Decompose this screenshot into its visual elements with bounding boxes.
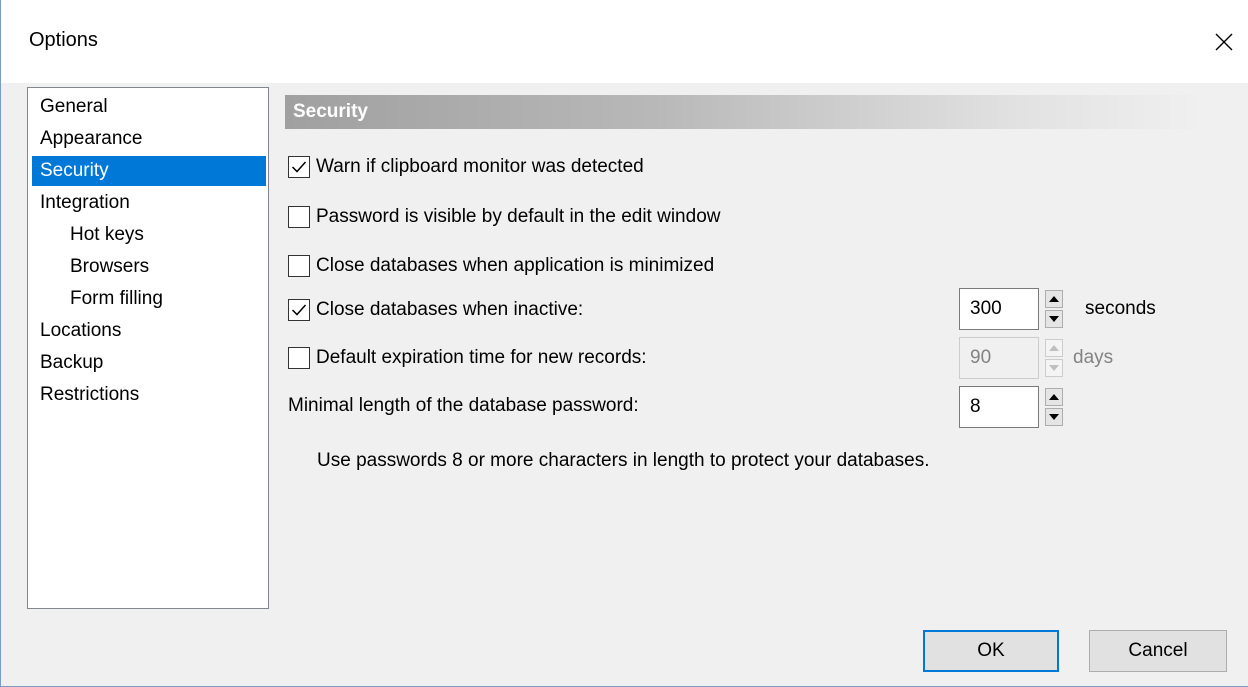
inactive-timeout-spinner: 300 seconds bbox=[959, 288, 1169, 330]
section-header: Security bbox=[285, 95, 1205, 129]
warn-clipboard-checkbox[interactable] bbox=[288, 156, 310, 178]
default-expiration-option[interactable]: Default expiration time for new records: bbox=[288, 345, 647, 371]
min-length-label: Minimal length of the database password: bbox=[288, 395, 639, 416]
inactive-timeout-up-button[interactable] bbox=[1045, 290, 1063, 308]
min-length-input[interactable]: 8 bbox=[959, 386, 1039, 428]
cancel-button[interactable]: Cancel bbox=[1089, 630, 1227, 672]
ok-button-label: OK bbox=[977, 640, 1005, 661]
password-visible-label: Password is visible by default in the ed… bbox=[316, 206, 721, 227]
arrow-down-icon bbox=[1049, 414, 1059, 420]
password-hint-text: Use passwords 8 or more characters in le… bbox=[317, 450, 930, 471]
nav-item-locations[interactable]: Locations bbox=[32, 316, 266, 346]
arrow-down-icon bbox=[1049, 365, 1059, 371]
nav-item-backup[interactable]: Backup bbox=[32, 348, 266, 378]
close-button[interactable] bbox=[1200, 22, 1248, 62]
nav-item-security[interactable]: Security bbox=[32, 156, 266, 186]
close-icon bbox=[1215, 33, 1233, 51]
arrow-up-icon bbox=[1049, 394, 1059, 400]
warn-clipboard-option[interactable]: Warn if clipboard monitor was detected bbox=[288, 154, 644, 180]
nav-item-form-filling[interactable]: Form filling bbox=[32, 284, 266, 314]
password-visible-checkbox[interactable] bbox=[288, 206, 310, 228]
window-title: Options bbox=[29, 29, 98, 51]
close-minimized-option[interactable]: Close databases when application is mini… bbox=[288, 253, 714, 279]
nav-item-restrictions[interactable]: Restrictions bbox=[32, 380, 266, 410]
nav-item-appearance[interactable]: Appearance bbox=[32, 124, 266, 154]
nav-item-general[interactable]: General bbox=[32, 92, 266, 122]
close-inactive-option[interactable]: Close databases when inactive: bbox=[288, 297, 583, 323]
ok-button[interactable]: OK bbox=[923, 630, 1059, 672]
warn-clipboard-label: Warn if clipboard monitor was detected bbox=[316, 156, 644, 177]
expiration-down-button bbox=[1045, 359, 1063, 377]
min-length-up-button[interactable] bbox=[1045, 388, 1063, 406]
close-minimized-label: Close databases when application is mini… bbox=[316, 255, 715, 276]
nav-item-browsers[interactable]: Browsers bbox=[32, 252, 266, 282]
nav-item-integration[interactable]: Integration bbox=[32, 188, 266, 218]
checkmark-icon bbox=[291, 161, 307, 173]
arrow-down-icon bbox=[1049, 316, 1059, 322]
password-visible-option[interactable]: Password is visible by default in the ed… bbox=[288, 204, 720, 230]
default-expiration-label: Default expiration time for new records: bbox=[316, 347, 647, 368]
close-minimized-checkbox[interactable] bbox=[288, 255, 310, 277]
inactive-timeout-spin-buttons bbox=[1045, 290, 1063, 328]
arrow-up-icon bbox=[1049, 296, 1059, 302]
title-bar: Options bbox=[1, 0, 1248, 83]
checkmark-icon bbox=[291, 304, 307, 316]
inactive-timeout-down-button[interactable] bbox=[1045, 310, 1063, 328]
expiration-up-button bbox=[1045, 339, 1063, 357]
category-list[interactable]: General Appearance Security Integration … bbox=[27, 87, 269, 609]
options-dialog: Options General Appearance Security Inte… bbox=[0, 0, 1248, 687]
min-length-spinner: 8 bbox=[959, 386, 1069, 428]
expiration-spinner: 90 days bbox=[959, 337, 1159, 379]
min-length-spin-buttons bbox=[1045, 388, 1063, 426]
default-expiration-checkbox[interactable] bbox=[288, 347, 310, 369]
arrow-up-icon bbox=[1049, 345, 1059, 351]
inactive-timeout-unit: seconds bbox=[1085, 298, 1156, 319]
inactive-timeout-input[interactable]: 300 bbox=[959, 288, 1039, 330]
cancel-button-label: Cancel bbox=[1128, 640, 1188, 661]
nav-item-hot-keys[interactable]: Hot keys bbox=[32, 220, 266, 250]
close-inactive-label: Close databases when inactive: bbox=[316, 299, 584, 320]
close-inactive-checkbox[interactable] bbox=[288, 299, 310, 321]
min-length-down-button[interactable] bbox=[1045, 408, 1063, 426]
expiration-unit: days bbox=[1073, 347, 1114, 368]
expiration-spin-buttons bbox=[1045, 339, 1063, 377]
expiration-input: 90 bbox=[959, 337, 1039, 379]
